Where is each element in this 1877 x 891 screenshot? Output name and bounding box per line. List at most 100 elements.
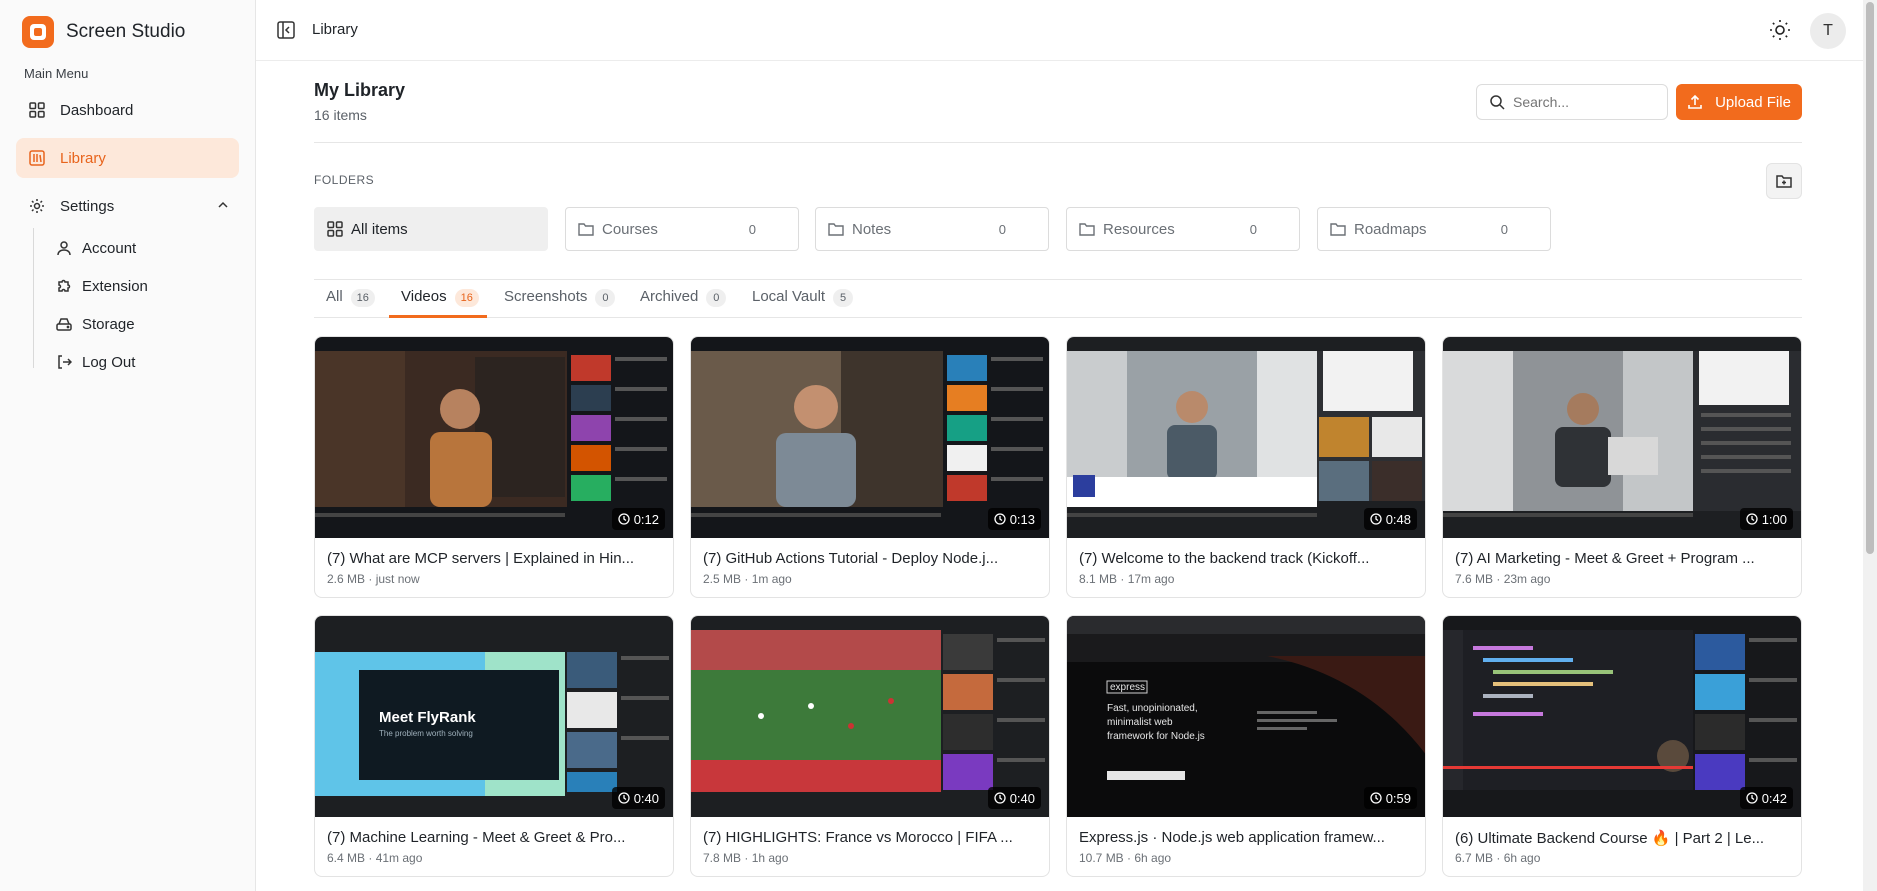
video-meta: 2.6 MB · just now bbox=[327, 572, 420, 586]
video-title: (7) Machine Learning - Meet & Greet & Pr… bbox=[327, 829, 626, 846]
clock-icon bbox=[1370, 792, 1382, 804]
sidebar-subitem-label: Log Out bbox=[82, 353, 136, 371]
video-card[interactable]: Meet FlyRank The problem worth solving 0… bbox=[314, 615, 674, 877]
tab-archived[interactable]: Archived 0 bbox=[640, 288, 727, 318]
folder-icon bbox=[1330, 223, 1346, 236]
video-card[interactable]: 0:48 (7) Welcome to the backend track (K… bbox=[1066, 336, 1426, 598]
scrollbar[interactable] bbox=[1863, 0, 1877, 891]
video-size: 8.1 MB bbox=[1079, 572, 1118, 586]
settings-tree-line bbox=[33, 228, 34, 368]
video-title: (7) GitHub Actions Tutorial - Deploy Nod… bbox=[703, 550, 999, 567]
app-logo-icon bbox=[22, 16, 54, 48]
tab-local-vault[interactable]: Local Vault 5 bbox=[752, 288, 854, 318]
video-time: 23m ago bbox=[1503, 572, 1551, 586]
video-meta: 2.5 MB · 1m ago bbox=[703, 572, 792, 586]
tab-label: Archived bbox=[640, 288, 699, 305]
folder-notes[interactable]: Notes 0 bbox=[815, 207, 1049, 251]
video-size: 2.5 MB bbox=[703, 572, 742, 586]
scrollbar-thumb[interactable] bbox=[1866, 2, 1874, 554]
sun-icon[interactable] bbox=[1768, 18, 1792, 42]
sidebar-subitem-account[interactable]: Account bbox=[56, 234, 136, 262]
new-folder-button[interactable] bbox=[1766, 163, 1802, 199]
video-title: (7) What are MCP servers | Explained in … bbox=[327, 550, 635, 567]
search-input[interactable] bbox=[1513, 94, 1653, 110]
video-title: (7) HIGHLIGHTS: France vs Morocco | FIFA… bbox=[703, 829, 1013, 846]
video-thumbnail: 0:48 bbox=[1067, 337, 1425, 538]
app-name: Screen Studio bbox=[66, 21, 186, 42]
duration-badge: 0:48 bbox=[1363, 508, 1417, 530]
clock-icon bbox=[994, 792, 1006, 804]
sidebar-subitem-storage[interactable]: Storage bbox=[56, 310, 135, 338]
video-card[interactable]: 0:12 (7) What are MCP servers | Explaine… bbox=[314, 336, 674, 598]
folder-name: All items bbox=[351, 220, 408, 238]
tab-count-badge: 16 bbox=[454, 289, 479, 307]
duration-badge: 0:40 bbox=[987, 787, 1041, 809]
video-title: Express.js · Node.js web application fra… bbox=[1079, 829, 1385, 846]
sidebar-item-library[interactable]: Library bbox=[16, 138, 239, 178]
duration-badge: 1:00 bbox=[1739, 508, 1793, 530]
video-size: 10.7 MB bbox=[1079, 851, 1124, 865]
clock-icon bbox=[994, 513, 1006, 525]
video-card[interactable]: 0:13 (7) GitHub Actions Tutorial - Deplo… bbox=[690, 336, 1050, 598]
video-meta: 10.7 MB · 6h ago bbox=[1079, 851, 1172, 865]
chevron-up-icon[interactable] bbox=[217, 198, 229, 215]
video-title: (7) Welcome to the backend track (Kickof… bbox=[1079, 550, 1370, 567]
sidebar-item-dashboard[interactable]: Dashboard bbox=[16, 90, 239, 130]
clock-icon bbox=[1370, 513, 1382, 525]
search-box[interactable] bbox=[1476, 84, 1668, 120]
duration-badge: 0:12 bbox=[611, 508, 665, 530]
folder-courses[interactable]: Courses 0 bbox=[565, 207, 799, 251]
folder-icon bbox=[1079, 223, 1095, 236]
folder-count: 0 bbox=[998, 222, 1006, 237]
tab-videos[interactable]: Videos 16 bbox=[401, 288, 479, 318]
folder-icon bbox=[828, 223, 844, 236]
sidebar-subitem-label: Storage bbox=[82, 315, 135, 333]
sidebar-subitem-logout[interactable]: Log Out bbox=[56, 348, 135, 376]
folder-plus-icon bbox=[1776, 175, 1792, 188]
video-thumbnail: 0:12 bbox=[315, 337, 673, 538]
folder-name: Courses bbox=[602, 220, 658, 238]
video-card[interactable]: 0:40 (7) HIGHLIGHTS: France vs Morocco |… bbox=[690, 615, 1050, 877]
video-meta: 8.1 MB · 17m ago bbox=[1079, 572, 1175, 586]
video-card[interactable]: 0:42 (6) Ultimate Backend Course 🔥 | Par… bbox=[1442, 615, 1802, 877]
sidebar-item-label: Dashboard bbox=[60, 101, 134, 119]
breadcrumb: Library bbox=[312, 21, 358, 38]
folder-name: Resources bbox=[1103, 220, 1175, 238]
sidebar-subitem-extension[interactable]: Extension bbox=[56, 272, 148, 300]
video-card[interactable]: 1:00 (7) AI Marketing - Meet & Greet + P… bbox=[1442, 336, 1802, 598]
thumb-text: minimalist web bbox=[1107, 717, 1173, 728]
tab-all[interactable]: All 16 bbox=[326, 288, 375, 318]
folder-resources[interactable]: Resources 0 bbox=[1066, 207, 1300, 251]
video-time: just now bbox=[375, 572, 420, 586]
folder-roadmaps[interactable]: Roadmaps 0 bbox=[1317, 207, 1551, 251]
thumb-text: Meet FlyRank bbox=[379, 709, 476, 726]
folder-all-items[interactable]: All items bbox=[314, 207, 548, 251]
video-thumbnail: 0:42 bbox=[1443, 616, 1801, 817]
logout-icon bbox=[58, 355, 72, 369]
sidebar-item-settings[interactable]: Settings bbox=[16, 186, 239, 226]
video-thumbnail: 0:13 bbox=[691, 337, 1049, 538]
video-meta: 6.7 MB · 6h ago bbox=[1455, 851, 1541, 865]
upload-file-button[interactable]: Upload File bbox=[1676, 84, 1802, 120]
divider bbox=[314, 279, 1802, 280]
tab-count-badge: 0 bbox=[595, 289, 616, 307]
tab-screenshots[interactable]: Screenshots 0 bbox=[504, 288, 616, 318]
avatar[interactable]: T bbox=[1810, 13, 1846, 49]
video-time: 1h ago bbox=[751, 851, 789, 865]
thumb-text: Fast, unopinionated, bbox=[1107, 703, 1198, 714]
tab-count-badge: 5 bbox=[833, 289, 854, 307]
folders-label: FOLDERS bbox=[314, 173, 375, 187]
folder-count: 0 bbox=[1249, 222, 1257, 237]
tab-count-badge: 16 bbox=[350, 289, 375, 307]
video-card[interactable]: express Fast, unopinionated, minimalist … bbox=[1066, 615, 1426, 877]
video-thumbnail: Meet FlyRank The problem worth solving 0… bbox=[315, 616, 673, 817]
sidebar-item-label: Settings bbox=[60, 197, 115, 215]
page-title: My Library bbox=[314, 80, 406, 100]
folder-name: Notes bbox=[852, 220, 892, 238]
duration-badge: 0:40 bbox=[611, 787, 665, 809]
sidebar-subitem-label: Extension bbox=[82, 277, 148, 295]
topbar: Library T bbox=[256, 0, 1863, 61]
sidebar-toggle-icon[interactable] bbox=[276, 20, 296, 40]
brand[interactable]: Screen Studio bbox=[22, 16, 185, 48]
folder-name: Roadmaps bbox=[1354, 220, 1427, 238]
